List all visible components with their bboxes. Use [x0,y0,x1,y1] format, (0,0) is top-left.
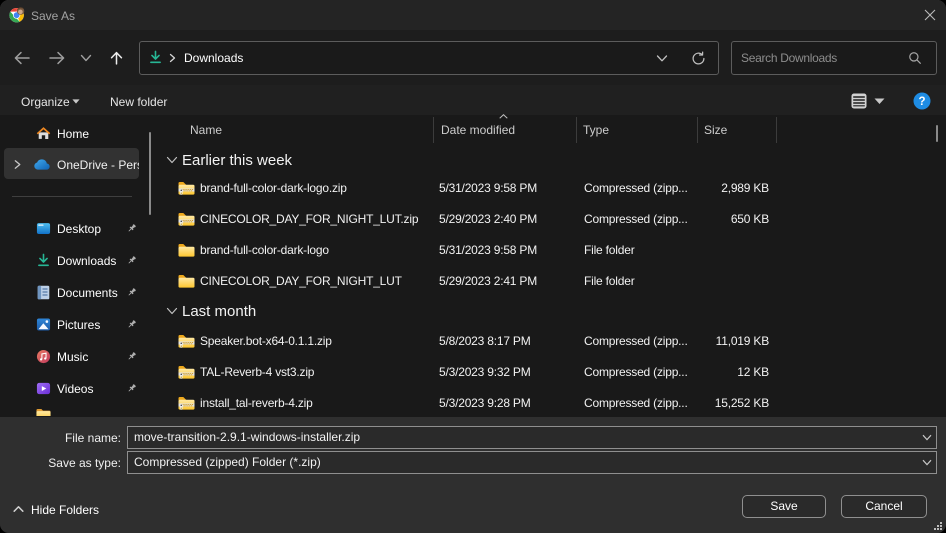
svg-text:?: ? [918,96,925,108]
